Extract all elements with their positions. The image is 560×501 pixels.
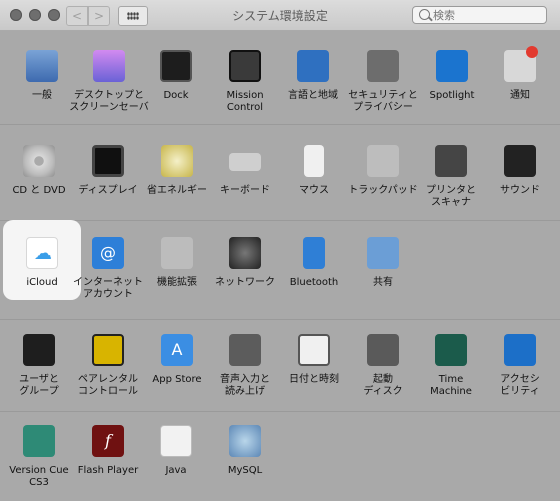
row-internet [0,221,560,319]
search-icon [419,9,430,20]
network-icon [229,237,261,269]
pref-label: サウンド [500,185,540,196]
a-glyph-icon: A [171,340,183,359]
bluetooth-icon [303,237,325,269]
cloud-icon: ☁ [34,243,52,264]
keyboard-icon [229,153,261,171]
security-icon [367,50,399,82]
energy-saver-icon [161,145,193,177]
pref-label: 通知 [510,90,530,101]
f-glyph-icon: f [105,431,111,450]
icloud-icon: ☁ [26,237,58,269]
pref-label: MySQL [227,465,263,476]
extensions-icon [161,237,193,269]
dock-icon [160,50,192,82]
trackpad-icon [367,145,399,177]
system-preferences-window: < > システム環境設定 一般 デスクトップと スクリーンセーバ Dock Mi… [0,0,560,501]
desktop-icon [93,50,125,82]
notifications-icon [504,46,538,82]
parental-controls-icon [92,334,124,366]
app-store-icon: A [161,334,193,366]
spotlight-icon [436,50,468,82]
row-other [0,412,560,501]
notification-badge [526,46,538,58]
mysql-icon [229,425,261,457]
flash-player-icon: f [92,425,124,457]
search-field[interactable] [412,6,547,24]
date-time-icon [298,334,330,366]
language-icon [297,50,329,82]
cd-dvd-icon [23,145,55,177]
search-input[interactable] [433,7,541,23]
internet-accounts-icon: @ [92,237,124,269]
pref-label: 共有 [373,277,393,288]
mouse-icon [304,145,324,177]
time-machine-icon [435,334,467,366]
general-icon [26,50,58,82]
dictation-icon [229,334,261,366]
startup-disk-icon [367,334,399,366]
sharing-icon [367,237,399,269]
at-icon: @ [100,243,116,262]
sound-icon [504,145,536,177]
title-bar: < > システム環境設定 [0,0,560,31]
accessibility-icon [504,334,536,366]
users-icon [23,334,55,366]
mission-control-icon [229,50,261,82]
display-icon [92,145,124,177]
version-cue-icon [23,425,55,457]
java-icon [160,425,192,457]
printer-icon [435,145,467,177]
pref-label: アクセシ ビリティ [500,374,540,397]
